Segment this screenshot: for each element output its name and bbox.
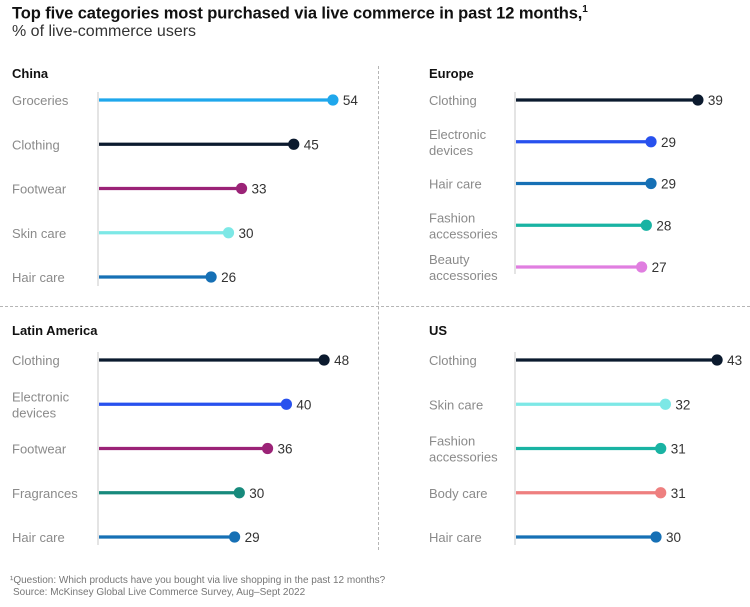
category-label: Hair care xyxy=(429,530,482,545)
lollipop-dot xyxy=(222,227,235,239)
lollipop-dot xyxy=(659,398,672,410)
category-label: Clothing xyxy=(12,137,60,152)
value-label: 39 xyxy=(708,93,723,108)
lollipop-dot xyxy=(645,177,657,190)
value-label: 28 xyxy=(656,218,671,233)
category-label: Hair care xyxy=(12,270,65,285)
value-label: 45 xyxy=(304,137,319,152)
category-label: Fragrances xyxy=(12,486,78,501)
lollipop-dot xyxy=(650,531,662,543)
value-label: 36 xyxy=(278,442,293,457)
footnote: ¹Question: Which products have you bough… xyxy=(10,575,385,599)
value-label: 33 xyxy=(252,182,267,197)
lollipop-chart: Groceries 54 Clothing 45 Footwear 33 Skin care… xyxy=(12,92,742,545)
lollipop-dot xyxy=(288,138,300,150)
category-label: Footwear xyxy=(12,182,67,197)
value-label: 54 xyxy=(343,93,359,108)
value-label: 29 xyxy=(661,177,676,192)
category-label: Fashion accessories xyxy=(429,210,498,241)
category-label: Electronic devices xyxy=(12,389,70,420)
lollipop-dot xyxy=(205,271,217,283)
category-label: Clothing xyxy=(12,353,60,368)
lollipop-dot xyxy=(327,94,339,106)
category-label: Groceries xyxy=(12,93,69,108)
lollipop-dot xyxy=(655,442,667,455)
value-label: 26 xyxy=(221,270,236,285)
lollipop-dot xyxy=(280,398,292,410)
footnote-question: ¹Question: Which products have you bough… xyxy=(10,575,386,586)
value-label: 32 xyxy=(675,397,690,412)
lollipop-dot xyxy=(261,442,274,455)
category-label: Skin care xyxy=(429,397,483,412)
category-label: Clothing xyxy=(429,93,477,108)
lollipop-dot xyxy=(636,261,648,273)
value-label: 30 xyxy=(239,226,254,241)
lollipop-dot xyxy=(228,531,241,543)
value-label: 30 xyxy=(666,530,681,545)
lollipop-dot xyxy=(692,94,704,106)
lollipop-dot xyxy=(655,487,667,499)
category-label: Footwear xyxy=(12,442,67,457)
category-label: Clothing xyxy=(429,353,477,368)
category-label: Hair care xyxy=(429,177,482,192)
lollipop-dot xyxy=(233,487,245,499)
category-label: Body care xyxy=(429,486,488,501)
category-label: Hair care xyxy=(12,530,65,545)
lollipop-dot xyxy=(235,182,248,195)
value-label: 40 xyxy=(296,397,311,412)
category-label: Beauty accessories xyxy=(429,252,498,283)
value-label: 31 xyxy=(671,442,686,457)
value-label: 31 xyxy=(671,486,686,501)
category-label: Fashion accessories xyxy=(429,434,498,465)
lollipop-dot xyxy=(711,354,723,366)
category-label: Skin care xyxy=(12,226,66,241)
lollipop-dot xyxy=(640,219,652,231)
value-label: 29 xyxy=(245,530,260,545)
lollipop-dot xyxy=(318,354,330,366)
value-label: 29 xyxy=(661,135,676,150)
value-label: 27 xyxy=(652,260,667,275)
value-label: 43 xyxy=(727,353,742,368)
footnote-source: Source: McKinsey Global Live Commerce Su… xyxy=(13,587,306,598)
value-label: 48 xyxy=(334,353,349,368)
category-label: Electronic devices xyxy=(429,127,487,158)
value-label: 30 xyxy=(249,486,264,501)
lollipop-dot xyxy=(645,136,657,148)
